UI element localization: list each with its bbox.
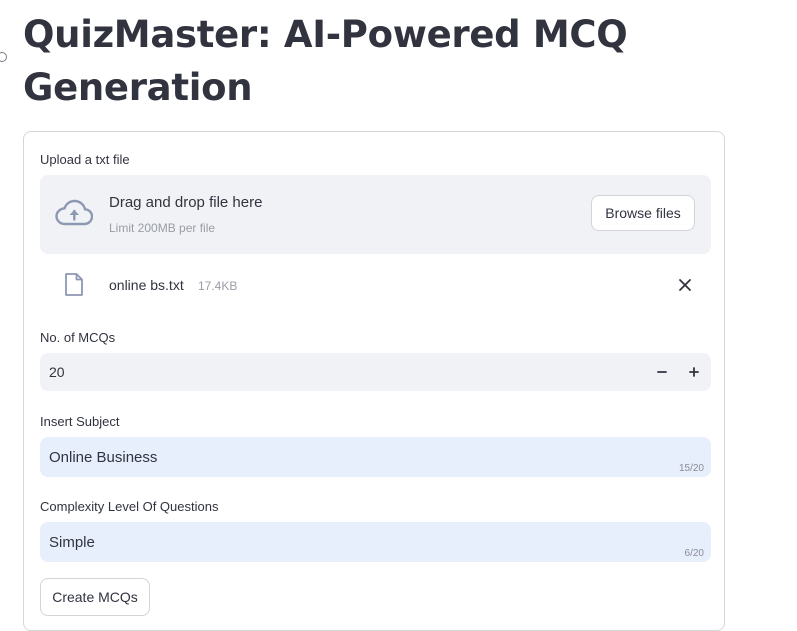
subject-value: Online Business bbox=[49, 449, 158, 466]
mcq-count-stepper[interactable]: 20 bbox=[40, 353, 711, 391]
complexity-char-counter: 6/20 bbox=[684, 548, 704, 559]
uploaded-file: online bs.txt 17.4KB bbox=[40, 270, 711, 302]
file-dropzone[interactable]: Drag and drop file here Limit 200MB per … bbox=[40, 175, 711, 254]
complexity-label: Complexity Level Of Questions bbox=[40, 499, 219, 514]
sidebar-toggle-icon[interactable] bbox=[0, 52, 7, 62]
browse-files-button[interactable]: Browse files bbox=[591, 195, 695, 231]
close-icon[interactable] bbox=[677, 277, 693, 293]
upload-label: Upload a txt file bbox=[40, 152, 130, 167]
complexity-value: Simple bbox=[49, 534, 95, 551]
file-size: 17.4KB bbox=[198, 279, 238, 293]
minus-icon[interactable] bbox=[653, 363, 671, 381]
page-title: QuizMaster: AI-Powered MCQ Generation bbox=[23, 13, 628, 109]
complexity-input[interactable]: Simple 6/20 bbox=[40, 522, 711, 562]
file-name: online bs.txt bbox=[109, 277, 184, 293]
mcq-count-label: No. of MCQs bbox=[40, 330, 116, 345]
dropzone-limit: Limit 200MB per file bbox=[109, 221, 216, 235]
subject-input[interactable]: Online Business 15/20 bbox=[40, 437, 711, 477]
file-icon bbox=[64, 272, 84, 302]
create-mcqs-button[interactable]: Create MCQs bbox=[40, 578, 150, 616]
cloud-upload-icon bbox=[55, 199, 94, 232]
dropzone-instructions: Drag and drop file here bbox=[109, 194, 263, 211]
mcq-form: Upload a txt file Drag and drop file her… bbox=[23, 131, 725, 631]
subject-char-counter: 15/20 bbox=[678, 463, 704, 474]
mcq-count-value: 20 bbox=[49, 364, 65, 380]
plus-icon[interactable] bbox=[685, 363, 703, 381]
subject-label: Insert Subject bbox=[40, 414, 120, 429]
